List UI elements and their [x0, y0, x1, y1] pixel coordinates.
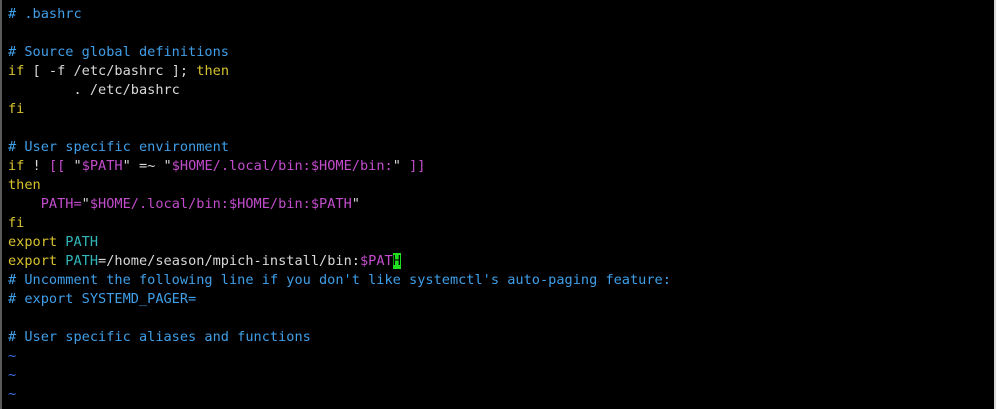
editor-line[interactable]: # Source global definitions — [8, 43, 994, 62]
editor-line[interactable] — [8, 309, 994, 328]
code-token: # .bashrc — [8, 6, 82, 22]
code-token: [ -f — [24, 63, 74, 79]
vim-editor-buffer[interactable]: # .bashrc # Source global definitions if … — [8, 5, 994, 404]
editor-line[interactable]: PATH="$HOME/.local/bin:$HOME/bin:$PATH" — [8, 195, 994, 214]
code-token: # export SYSTEMD_PAGER= — [8, 291, 197, 307]
editor-line[interactable]: # User specific environment — [8, 138, 994, 157]
code-token: $HOME — [89, 196, 131, 212]
text-cursor: H — [392, 253, 401, 269]
code-token: PATH= — [40, 196, 82, 212]
editor-line[interactable]: if ! [[ "$PATH" =~ "$HOME/.local/bin:$HO… — [8, 157, 994, 176]
code-token: ]] — [400, 158, 426, 174]
code-token: " — [163, 158, 172, 174]
editor-line[interactable] — [8, 24, 994, 43]
editor-line[interactable]: . /etc/bashrc — [8, 81, 994, 100]
code-token: =/home/season/mpich-install/bin: — [98, 253, 360, 269]
code-token: # Uncomment the following line if you do… — [8, 272, 671, 288]
code-token: " — [73, 158, 82, 174]
code-token: $HOME — [171, 158, 213, 174]
empty-line-marker: ~ — [8, 348, 17, 364]
code-token: [[ — [48, 158, 74, 174]
code-token: then — [196, 63, 230, 79]
editor-line[interactable]: # export SYSTEMD_PAGER= — [8, 290, 994, 309]
code-token: " — [81, 196, 90, 212]
code-token: # User specific aliases and functions — [8, 329, 311, 345]
editor-line[interactable]: # Uncomment the following line if you do… — [8, 271, 994, 290]
code-token: then — [8, 177, 41, 193]
code-token: $HOME — [229, 196, 270, 212]
editor-line[interactable]: ~ — [8, 385, 994, 404]
editor-line[interactable]: export PATH — [8, 233, 994, 252]
terminal-window[interactable]: # .bashrc # Source global definitions if … — [0, 0, 996, 409]
code-token: /bin: — [351, 158, 393, 174]
editor-line[interactable]: # .bashrc — [8, 5, 994, 24]
editor-line[interactable]: # User specific aliases and functions — [8, 328, 994, 347]
code-token: $PAT — [359, 253, 393, 269]
code-token: /bin: — [269, 196, 311, 212]
code-token: # User specific environment — [8, 139, 229, 155]
empty-line-marker: ~ — [8, 386, 17, 402]
editor-line[interactable]: ~ — [8, 347, 994, 366]
editor-line[interactable]: if [ -f /etc/bashrc ]; then — [8, 62, 994, 81]
code-token: " — [351, 196, 360, 212]
editor-line[interactable]: export PATH=/home/season/mpich-install/b… — [8, 252, 994, 271]
code-token: " — [122, 158, 131, 174]
code-token: if — [8, 63, 25, 79]
code-token: PATH — [65, 234, 99, 250]
code-token: =~ — [130, 158, 164, 174]
code-token: # Source global definitions — [8, 44, 229, 60]
empty-line-marker: ~ — [8, 367, 17, 383]
code-token: " — [392, 158, 401, 174]
code-token: $HOME — [310, 158, 352, 174]
code-token: ! — [24, 158, 49, 174]
code-token: export — [8, 253, 58, 269]
code-token: export — [8, 234, 58, 250]
code-token: ]; — [163, 63, 197, 79]
code-token: . /etc/bashrc — [8, 82, 180, 98]
editor-line[interactable]: fi — [8, 100, 994, 119]
code-token: PATH — [65, 253, 99, 269]
code-token: fi — [8, 215, 25, 231]
editor-line[interactable]: then — [8, 176, 994, 195]
code-token: $PATH — [310, 196, 352, 212]
code-token: $PATH — [81, 158, 123, 174]
code-token: /.local/bin: — [130, 196, 229, 212]
code-token: /.local/bin: — [212, 158, 311, 174]
code-token: if — [8, 158, 25, 174]
editor-line[interactable] — [8, 119, 994, 138]
code-token: fi — [8, 101, 25, 117]
editor-line[interactable]: ~ — [8, 366, 994, 385]
editor-line[interactable]: fi — [8, 214, 994, 233]
code-token: /etc/bashrc — [73, 63, 164, 79]
